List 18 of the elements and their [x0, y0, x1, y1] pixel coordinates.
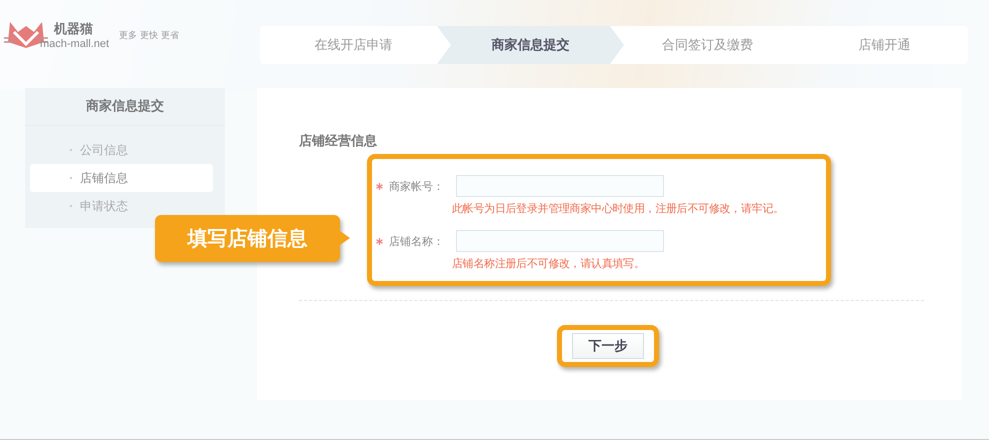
sidebar-item[interactable]: 店铺信息 [30, 164, 213, 192]
logo-name: 机器猫 [54, 21, 94, 38]
input-field[interactable] [456, 175, 664, 197]
input-field[interactable] [456, 230, 664, 252]
field-label: 店铺名称： [376, 234, 456, 248]
logo-domain: mach-mall.net [40, 38, 110, 50]
field-hint: 此帐号为日后登录并管理商家中心时使用，注册后不可修改，请牢记。 [452, 201, 785, 216]
required-icon [376, 182, 383, 190]
callout-pointer-icon [340, 231, 350, 245]
required-icon [376, 238, 383, 245]
field-label: 商家帐号： [376, 178, 456, 194]
slogan: 更多 更快 更省 [119, 30, 179, 42]
section-title: 店铺经营信息 [299, 132, 378, 150]
step: 商家信息提交 [437, 26, 624, 64]
next-button[interactable]: 下一步 [572, 333, 644, 359]
callout: 填写店铺信息 [155, 215, 340, 262]
sidebar-title: 商家信息提交 [25, 88, 225, 126]
field-hint: 店铺名称注册后不可修改，请认真填写。 [452, 256, 646, 271]
